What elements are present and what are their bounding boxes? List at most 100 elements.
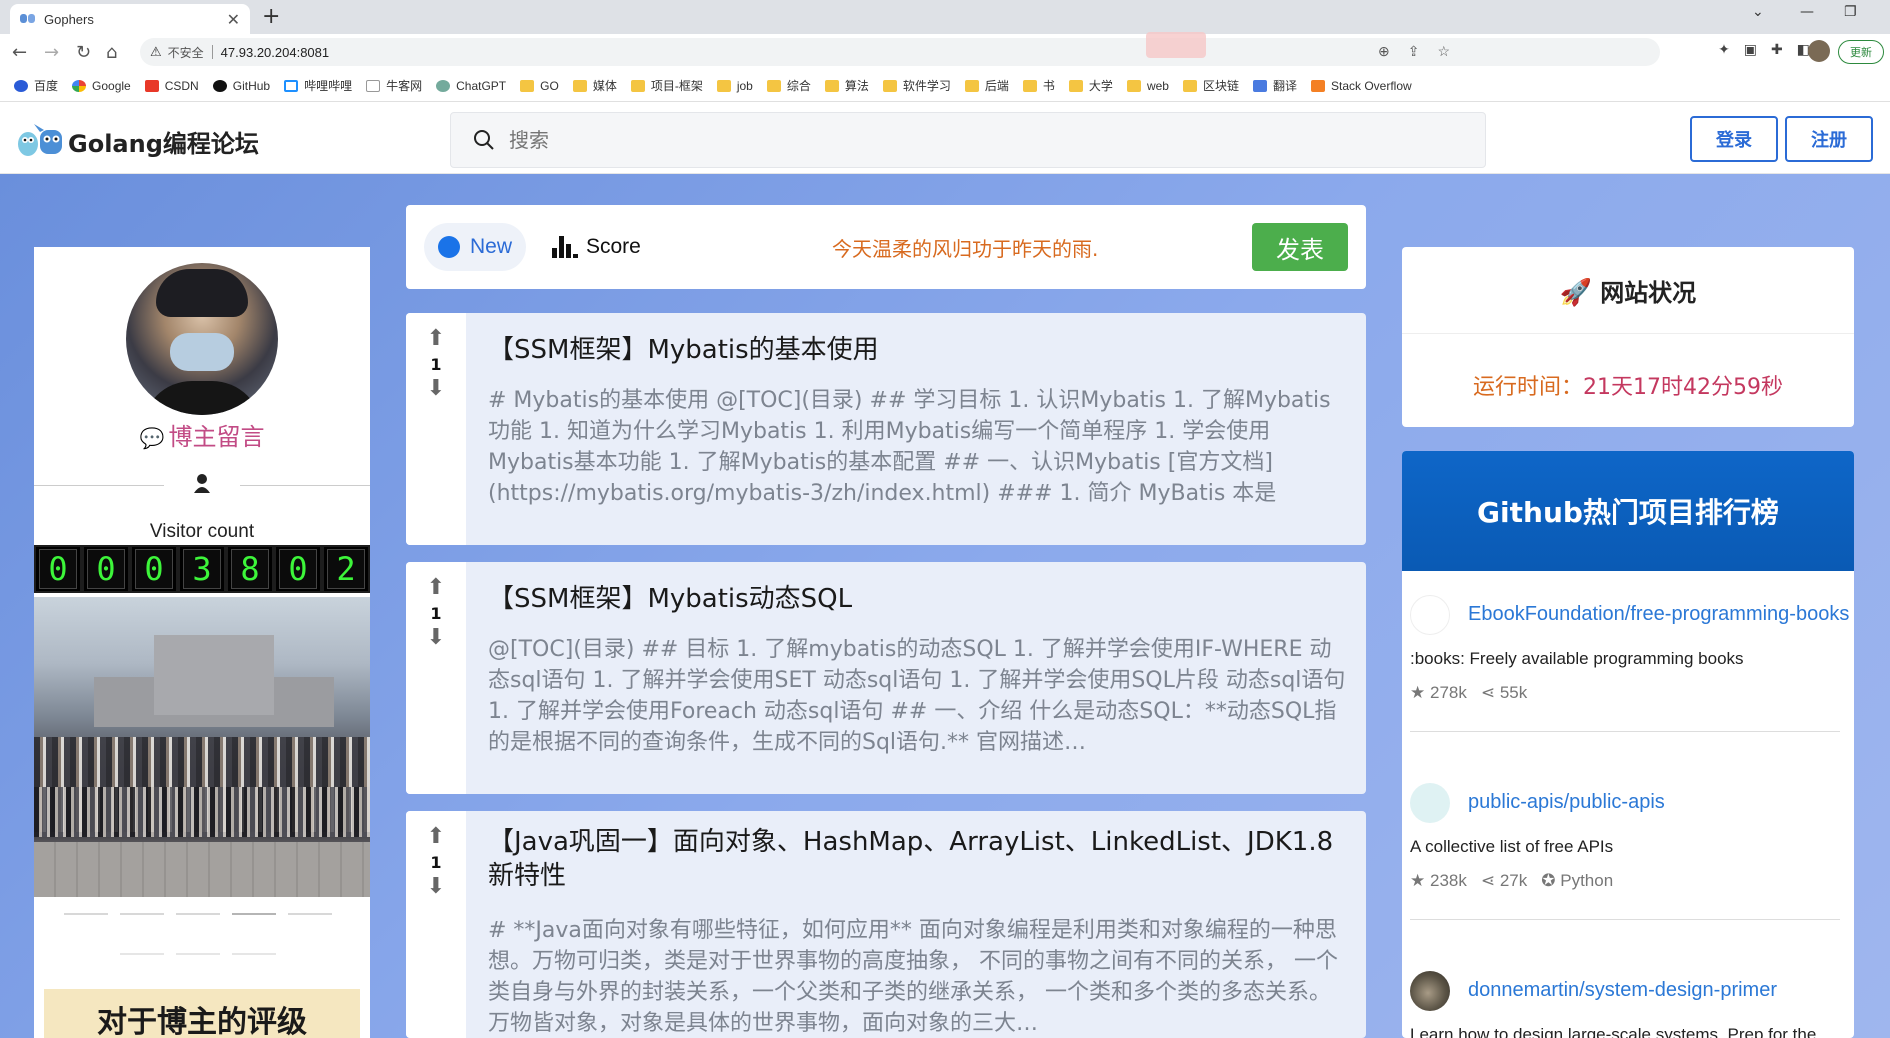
forks-count: 55k	[1499, 683, 1528, 702]
person-icon	[194, 474, 210, 493]
upvote-icon[interactable]: ⬆	[424, 825, 448, 849]
profile-avatar[interactable]	[1808, 40, 1830, 62]
bookmark-item[interactable]: ChatGPT	[436, 79, 506, 93]
bookmark-folder[interactable]: 媒体	[572, 77, 617, 94]
bookmark-item[interactable]: 牛客网	[366, 77, 422, 94]
bar-chart-icon	[552, 236, 578, 258]
gopher-logo-icon[interactable]	[14, 122, 66, 158]
publish-button[interactable]: 发表	[1252, 223, 1348, 271]
github-trending-card: Github热门项目排行榜 EbookFoundation/free-progr…	[1402, 451, 1854, 1038]
browser-tab[interactable]: Gophers ✕	[10, 4, 250, 34]
bookmark-folder[interactable]: 项目-框架	[630, 77, 703, 94]
visitor-counter: 0 0 0 3 8 0 2	[34, 545, 370, 593]
group-photo[interactable]	[34, 597, 370, 897]
puzzle-icon[interactable]: ✚	[1771, 42, 1783, 58]
post-title[interactable]: 【SSM框架】Mybatis动态SQL	[488, 582, 1348, 616]
carousel-dot[interactable]	[176, 953, 220, 955]
zoom-icon[interactable]: ⊕	[1378, 43, 1390, 60]
folder-icon	[1126, 79, 1141, 92]
back-icon[interactable]: ←	[12, 42, 27, 63]
blogger-avatar[interactable]	[126, 263, 278, 415]
post-card[interactable]: ⬆ 1 ⬇ 【Java巩固一】面向对象、HashMap、ArrayList、Li…	[406, 811, 1366, 1038]
bookmarks-bar: 百度 Google CSDN GitHub 哔哩哔哩 牛客网 ChatGPT G…	[0, 70, 1890, 102]
repo-forks: ⋖ 55k	[1481, 683, 1527, 703]
vote-count: 1	[430, 853, 442, 872]
register-button[interactable]: 注册	[1785, 116, 1873, 162]
bookmark-item[interactable]: GitHub	[212, 79, 270, 93]
downvote-icon[interactable]: ⬇	[424, 377, 448, 401]
extension-app-icon[interactable]: ▣	[1744, 42, 1757, 58]
post-excerpt: # **Java面向对象有哪些特征，如何应用** 面向对象编程是利用类和对象编程…	[488, 918, 1338, 1036]
insecure-label[interactable]: 不安全	[168, 44, 204, 61]
bookmark-folder[interactable]: 综合	[766, 77, 811, 94]
visitor-count-label: Visitor count	[149, 521, 255, 542]
digit-value: 8	[231, 549, 269, 589]
downvote-icon[interactable]: ⬇	[424, 626, 448, 650]
url-text[interactable]: 47.93.20.204:8081	[221, 45, 329, 60]
omnibox[interactable]: ⚠ 不安全 47.93.20.204:8081 ⊕ ⇪ ☆	[140, 38, 1660, 66]
update-button[interactable]: 更新	[1838, 40, 1884, 64]
bookmark-folder[interactable]: 书	[1022, 77, 1055, 94]
downvote-icon[interactable]: ⬇	[424, 875, 448, 899]
site-title[interactable]: Golang编程论坛	[68, 124, 259, 159]
tab-new[interactable]: New	[424, 223, 526, 271]
warning-icon[interactable]: ⚠	[150, 44, 162, 60]
home-icon[interactable]: ⌂	[106, 42, 117, 63]
extension-bird-icon[interactable]: ✦	[1718, 42, 1730, 58]
bookmark-item[interactable]: CSDN	[144, 79, 199, 93]
bookmark-folder[interactable]: web	[1126, 79, 1169, 93]
divider	[1402, 333, 1854, 334]
upvote-icon[interactable]: ⬆	[424, 576, 448, 600]
bookmark-item[interactable]: Google	[72, 79, 131, 93]
search-box[interactable]	[450, 112, 1486, 168]
search-input[interactable]	[509, 128, 1409, 152]
carousel-dot[interactable]	[120, 913, 164, 915]
chevron-down-icon[interactable]: ⌄	[1752, 4, 1764, 20]
bookmark-folder[interactable]: 算法	[824, 77, 869, 94]
repo-name-link[interactable]: EbookFoundation/free-programming-books	[1468, 603, 1849, 626]
bookmark-folder[interactable]: job	[716, 79, 753, 93]
bookmark-folder[interactable]: 后端	[964, 77, 1009, 94]
star-icon[interactable]: ☆	[1437, 43, 1450, 60]
share-icon[interactable]: ⇪	[1408, 43, 1420, 60]
repo-meta: ★ 238k ⋖ 27k ✪ Python	[1410, 871, 1613, 891]
bookmark-folder[interactable]: 区块链	[1182, 77, 1239, 94]
carousel-dot[interactable]	[232, 953, 276, 955]
post-title[interactable]: 【Java巩固一】面向对象、HashMap、ArrayList、LinkedLi…	[488, 825, 1348, 893]
carousel-dot[interactable]	[288, 913, 332, 915]
bookmark-folder[interactable]: 大学	[1068, 77, 1113, 94]
reload-icon[interactable]: ↻	[76, 42, 91, 63]
bookmark-item[interactable]: Stack Overflow	[1310, 79, 1412, 93]
login-button[interactable]: 登录	[1690, 116, 1778, 162]
carousel-dot[interactable]	[64, 913, 108, 915]
motto-text: 今天温柔的风归功于昨天的雨.	[832, 237, 1099, 261]
blogger-message-link[interactable]: 💬 博主留言	[34, 417, 370, 452]
new-tab-icon[interactable]: +	[262, 4, 280, 29]
minimize-icon[interactable]: —	[1800, 4, 1814, 20]
tab-score[interactable]: Score	[552, 223, 641, 271]
divider-line	[34, 485, 164, 486]
browser-tabbar: Gophers ✕ + ⌄ — ❐	[0, 0, 1890, 34]
github-icon	[212, 79, 227, 92]
folder-icon	[766, 79, 781, 92]
post-card[interactable]: ⬆ 1 ⬇ 【SSM框架】Mybatis的基本使用 # Mybatis的基本使用…	[406, 313, 1366, 545]
carousel-dot[interactable]	[176, 913, 220, 915]
post-title[interactable]: 【SSM框架】Mybatis的基本使用	[488, 333, 1348, 367]
bookmark-item[interactable]: 翻译	[1252, 77, 1297, 94]
recording-indicator	[1146, 32, 1206, 58]
close-icon[interactable]: ✕	[227, 10, 240, 29]
carousel-dot-active[interactable]	[232, 913, 276, 915]
bookmark-folder[interactable]: GO	[520, 79, 559, 93]
baidu-icon	[14, 79, 28, 92]
restore-icon[interactable]: ❐	[1844, 4, 1857, 20]
repo-name-link[interactable]: donnemartin/system-design-primer	[1468, 979, 1777, 1002]
bookmark-folder[interactable]: 软件学习	[882, 77, 951, 94]
forward-icon[interactable]: →	[44, 42, 59, 63]
bookmark-item[interactable]: 百度	[14, 77, 58, 94]
carousel-dot[interactable]	[120, 953, 164, 955]
repo-name-link[interactable]: public-apis/public-apis	[1468, 791, 1665, 814]
upvote-icon[interactable]: ⬆	[424, 327, 448, 351]
fork-icon: ⋖	[1480, 683, 1496, 702]
bookmark-item[interactable]: 哔哩哔哩	[284, 77, 352, 94]
post-card[interactable]: ⬆ 1 ⬇ 【SSM框架】Mybatis动态SQL @[TOC](目录) ## …	[406, 562, 1366, 794]
